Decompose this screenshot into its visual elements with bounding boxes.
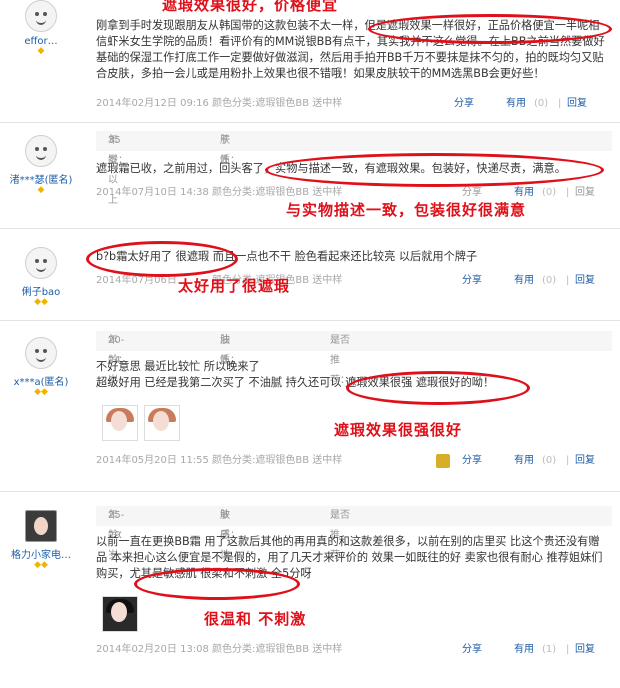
share-link[interactable]: 分享: [454, 96, 474, 112]
useful-count: (0): [542, 275, 557, 286]
color-variant: 颜色分类:遮瑕银色BB 送中样: [212, 644, 343, 655]
reviewer-name[interactable]: 俐子bao: [0, 283, 82, 298]
divider: |: [558, 98, 562, 109]
reviewer-name[interactable]: 渚***瑟(匿名): [0, 171, 82, 186]
reviewer-meta: 年龄： 35岁以上 肤质： 干性: [96, 131, 612, 206]
review-date: 2014年02月12日 09:16: [96, 98, 209, 109]
useful-link[interactable]: 有用: [514, 642, 534, 658]
color-variant: 颜色分类:遮瑕银色BB 送中样: [212, 455, 343, 466]
annotation-text: 与实物描述一致，包装很好很满意: [286, 201, 527, 219]
annotation-circle: [134, 568, 300, 600]
review-footer: 2014年02月12日 09:16 颜色分类:遮瑕银色BB 送中样 分享 有用 …: [96, 96, 612, 112]
annotation-text: 遮瑕效果很强很好: [334, 421, 463, 439]
useful-link[interactable]: 有用: [506, 96, 526, 112]
review-1: effor… ◆ 刚拿到手时发现跟朋友从韩国带的这款包装不太一样，但是遮瑕效果一…: [0, 0, 620, 122]
avatar[interactable]: [25, 247, 57, 279]
reviewer-meta: 年龄： 25-29岁 肤质： 敏感性 是否推荐：是: [96, 506, 612, 561]
annotation-text: 太好用了很遮瑕: [178, 277, 291, 295]
review-text-line: 不好意思 最近比较忙 所以晚来了: [96, 360, 260, 373]
reply-link[interactable]: 回复: [575, 453, 595, 469]
review-date: 2014年02月20日 13:08: [96, 644, 209, 655]
reviewer-meta: 年龄： 20-24岁 肤质： 油性 是否推荐：是: [96, 331, 612, 386]
avatar[interactable]: [25, 135, 57, 167]
annotation-circle: [346, 371, 530, 405]
useful-count: (1): [542, 644, 557, 655]
annotation-text: 遮瑕效果很好，价格便宜: [162, 0, 339, 14]
avatar[interactable]: [25, 337, 57, 369]
annotation-text: 很温和 不刺激: [204, 610, 307, 628]
divider: |: [566, 455, 570, 466]
reviewer-name[interactable]: x***a(匿名): [0, 373, 82, 388]
reply-link[interactable]: 回复: [575, 185, 595, 201]
useful-count: (0): [534, 98, 549, 109]
level-badge-icon: ◆: [37, 46, 45, 56]
share-link[interactable]: 分享: [462, 642, 482, 658]
reviewer: 俐子bao ◆◆: [0, 247, 82, 307]
useful-count: (0): [542, 455, 557, 466]
share-link[interactable]: 分享: [462, 273, 482, 289]
reply-link[interactable]: 回复: [575, 273, 595, 289]
reviewer: 渚***瑟(匿名) ◆: [0, 135, 82, 195]
review-photo[interactable]: [102, 596, 138, 632]
share-link[interactable]: 分享: [462, 453, 482, 469]
level-badge-icon: ◆◆: [34, 297, 48, 307]
gift-icon[interactable]: [436, 454, 450, 468]
review-2: 渚***瑟(匿名) ◆ 年龄： 35岁以上 肤质： 干性 遮瑕霜已收，之前用过，回头…: [0, 123, 620, 227]
avatar[interactable]: [25, 0, 57, 32]
color-variant: 颜色分类:遮瑕银色BB 送中样: [212, 98, 343, 109]
annotation-circle: [368, 14, 612, 44]
level-badge-icon: ◆◆: [34, 387, 48, 397]
divider: |: [566, 275, 570, 286]
review-5: 格力小家电… ◆◆ 年龄： 25-29岁 肤质： 敏感性 是否推荐：是 以前一直在更…: [0, 492, 620, 688]
review-photo[interactable]: [144, 405, 180, 441]
reply-link[interactable]: 回复: [575, 642, 595, 658]
useful-link[interactable]: 有用: [514, 453, 534, 469]
review-4: x***a(匿名) ◆◆ 年龄： 20-24岁 肤质： 油性 是否推荐：是 不好意思…: [0, 321, 620, 483]
reviewer-name[interactable]: 格力小家电…: [0, 546, 82, 561]
review-date: 2014年05月20日 11:55: [96, 455, 209, 466]
review-footer: 2014年02月20日 13:08 颜色分类:遮瑕银色BB 送中样 分享 有用 …: [96, 642, 612, 658]
reviewer: x***a(匿名) ◆◆: [0, 337, 82, 397]
level-badge-icon: ◆: [37, 185, 45, 195]
annotation-circle: [265, 153, 604, 187]
annotation-circle: [86, 241, 238, 277]
reviewer: effor… ◆: [0, 0, 82, 56]
reply-link[interactable]: 回复: [567, 96, 587, 112]
avatar[interactable]: [25, 510, 57, 542]
review-date: 2014年07月10日 14:38: [96, 187, 209, 198]
divider: |: [566, 187, 570, 198]
useful-count: (0): [542, 187, 557, 198]
review-3: 俐子bao ◆◆ b?b霜太好用了 很遮瑕 而且一点也不干 脸色看起来还比较亮 …: [0, 229, 620, 319]
review-photo[interactable]: [102, 405, 138, 441]
reviewer: 格力小家电… ◆◆: [0, 510, 82, 570]
useful-link[interactable]: 有用: [514, 273, 534, 289]
divider: |: [566, 644, 570, 655]
level-badge-icon: ◆◆: [34, 560, 48, 570]
review-footer: 2014年05月20日 11:55 颜色分类:遮瑕银色BB 送中样 分享 有用 …: [96, 453, 612, 469]
